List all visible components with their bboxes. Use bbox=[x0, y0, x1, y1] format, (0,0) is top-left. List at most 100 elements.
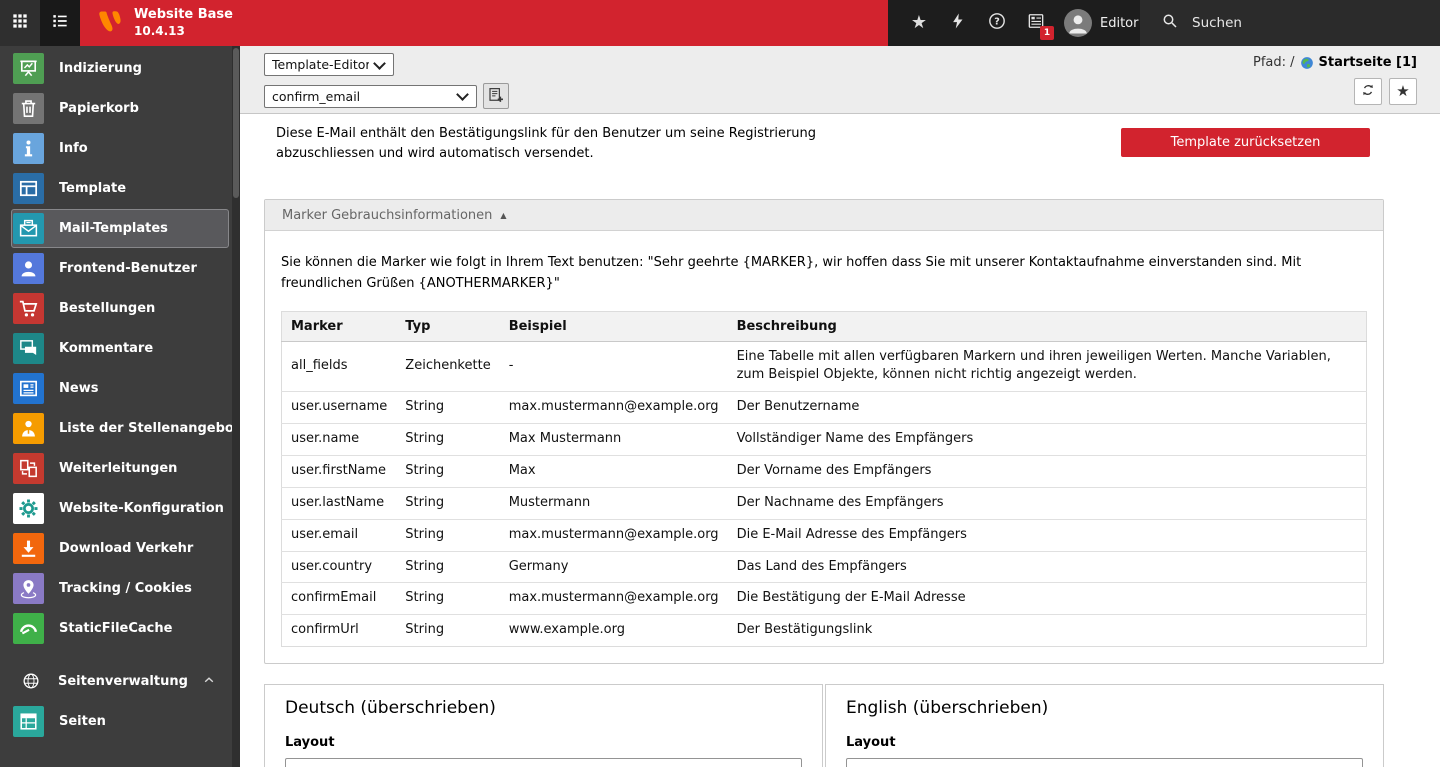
sidebar-item-template[interactable]: Template bbox=[11, 169, 229, 208]
cell-beschreibung: Die Bestätigung der E-Mail Adresse bbox=[727, 582, 1367, 615]
module-list: Indizierung Papierkorb Info Template Mail-Te… bbox=[0, 49, 249, 648]
sidebar-item-kommentare[interactable]: Kommentare bbox=[11, 329, 229, 368]
sidebar-item-frontend-benutzer[interactable]: Frontend-Benutzer bbox=[11, 249, 229, 288]
sidebar-item-website-konfiguration[interactable]: Website-Konfiguration bbox=[11, 489, 229, 528]
sidebar-item-label: StaticFileCache bbox=[59, 621, 173, 636]
sidebar-section-seitenverwaltung[interactable]: Seitenverwaltung bbox=[0, 661, 240, 701]
cell-typ: String bbox=[396, 582, 500, 615]
notification-badge: 1 bbox=[1040, 26, 1054, 40]
layout-select-deutsch[interactable]: Standard bbox=[285, 758, 802, 767]
site-version: 10.4.13 bbox=[134, 23, 185, 38]
cell-marker: user.name bbox=[281, 423, 397, 456]
app-root: Website Base 10.4.13 ★ ? 1 Editor Suchen… bbox=[0, 0, 1440, 767]
marker-info-panel-body: Sie können die Marker wie folgt in Ihrem… bbox=[265, 231, 1383, 663]
cell-beispiel: Max Mustermann bbox=[499, 423, 728, 456]
sidebar-item-weiterleitungen[interactable]: Weiterleitungen bbox=[11, 449, 229, 488]
language-panel-english: English (überschrieben) Layout Standard bbox=[825, 684, 1384, 767]
table-row: confirmUrl String www.example.org Der Bestä… bbox=[281, 614, 1367, 647]
sidebar-item-liste-der-stellenangebote[interactable]: Liste der Stellenangebote bbox=[11, 409, 249, 448]
help-button[interactable]: ? bbox=[986, 12, 1008, 34]
layout-select-english[interactable]: Standard bbox=[846, 758, 1363, 767]
cart-icon bbox=[13, 293, 44, 324]
pagetree-toggle-button[interactable] bbox=[40, 0, 80, 46]
cell-typ: String bbox=[396, 518, 500, 551]
sidebar-item-seiten[interactable]: Seiten bbox=[11, 702, 229, 741]
cell-beispiel: - bbox=[499, 340, 728, 392]
clear-cache-button[interactable] bbox=[947, 12, 969, 34]
topbar-search[interactable]: Suchen bbox=[1140, 0, 1440, 46]
sidebar-item-label: Info bbox=[59, 141, 88, 156]
cell-typ: String bbox=[396, 614, 500, 647]
sidebar-item-mail-templates[interactable]: Mail-Templates bbox=[11, 209, 229, 248]
trash-icon bbox=[13, 93, 44, 124]
cell-beispiel: Max bbox=[499, 454, 728, 488]
cell-marker: user.email bbox=[281, 518, 397, 551]
column-header-marker: Marker bbox=[281, 311, 397, 342]
cell-marker: confirmUrl bbox=[281, 614, 397, 647]
language-panel-title: Deutsch (überschrieben) bbox=[285, 698, 496, 719]
avatar bbox=[1064, 9, 1092, 37]
marker-usage-text: Sie können die Marker wie folgt in Ihrem… bbox=[281, 255, 1302, 291]
module-sidebar: Indizierung Papierkorb Info Template Mail-Te… bbox=[0, 46, 249, 767]
marker-info-panel-header[interactable]: Marker Gebrauchsinformationen ▲ bbox=[265, 200, 1383, 231]
app-brand[interactable]: Website Base 10.4.13 bbox=[80, 0, 888, 46]
cell-beispiel: Germany bbox=[499, 550, 728, 583]
help-icon: ? bbox=[987, 11, 1007, 35]
docheader: Template-Editor confirm_email Pfad: / St… bbox=[240, 46, 1440, 114]
sidebar-item-label: Seiten bbox=[59, 714, 106, 729]
sidebar-item-bestellungen[interactable]: Bestellungen bbox=[11, 289, 229, 328]
module-content: Diese E-Mail enthält den Bestätigungslin… bbox=[264, 114, 1384, 767]
gauge-icon bbox=[13, 613, 44, 644]
cell-beispiel: max.mustermann@example.org bbox=[499, 582, 728, 615]
module-function-select[interactable]: Template-Editor bbox=[264, 53, 394, 76]
sidebar-item-indizierung[interactable]: Indizierung bbox=[11, 49, 229, 88]
bookmark-button[interactable]: ★ bbox=[1389, 78, 1417, 105]
comments-icon bbox=[13, 333, 44, 364]
docheader-left: Template-Editor confirm_email bbox=[264, 53, 509, 109]
user-icon bbox=[13, 253, 44, 284]
cell-beschreibung: Das Land des Empfängers bbox=[727, 550, 1367, 583]
table-row: user.country String Germany Das Land des Em… bbox=[281, 550, 1367, 583]
svg-text:?: ? bbox=[994, 17, 1000, 28]
reload-button[interactable] bbox=[1354, 78, 1382, 105]
news-icon bbox=[13, 373, 44, 404]
sidebar-item-label: News bbox=[59, 381, 99, 396]
cell-beschreibung: Der Vorname des Empfängers bbox=[727, 454, 1367, 488]
sidebar-scrollbar-thumb[interactable] bbox=[233, 48, 239, 198]
sidebar-item-download-verkehr[interactable]: Download Verkehr bbox=[11, 529, 229, 568]
sidebar-item-papierkorb[interactable]: Papierkorb bbox=[11, 89, 229, 128]
sidebar-scrollbar[interactable] bbox=[232, 46, 240, 767]
star-icon: ★ bbox=[910, 12, 928, 33]
new-template-button[interactable] bbox=[483, 83, 509, 109]
bookmarks-button[interactable]: ★ bbox=[908, 12, 930, 34]
table-row: user.email String max.mustermann@example.o… bbox=[281, 518, 1367, 551]
bolt-icon bbox=[949, 12, 967, 34]
page-globe-icon bbox=[1300, 56, 1314, 70]
sidebar-item-info[interactable]: Info bbox=[11, 129, 229, 168]
cell-beispiel: www.example.org bbox=[499, 614, 728, 647]
sidebar-item-tracking-cookies[interactable]: Tracking / Cookies bbox=[11, 569, 229, 608]
topbar: Website Base 10.4.13 ★ ? 1 Editor Suchen bbox=[0, 0, 1440, 46]
template-description: Diese E-Mail enthält den Bestätigungslin… bbox=[276, 126, 817, 161]
column-header-typ: Typ bbox=[396, 311, 500, 342]
reset-template-button[interactable]: Template zurücksetzen bbox=[1121, 128, 1370, 157]
search-icon bbox=[1161, 12, 1179, 34]
section-module-list: Seiten bbox=[0, 702, 240, 741]
info-icon bbox=[13, 133, 44, 164]
refresh-icon bbox=[1360, 82, 1376, 101]
cell-beispiel: Mustermann bbox=[499, 486, 728, 520]
grid-icon bbox=[10, 11, 30, 35]
cell-typ: String bbox=[396, 391, 500, 424]
language-panel-deutsch: Deutsch (überschrieben) Layout Standard bbox=[264, 684, 823, 767]
table-row: confirmEmail String max.mustermann@example… bbox=[281, 582, 1367, 615]
modules-grid-button[interactable] bbox=[0, 0, 40, 46]
sidebar-item-label: Indizierung bbox=[59, 61, 142, 76]
cell-typ: String bbox=[396, 486, 500, 520]
template-select[interactable]: confirm_email bbox=[264, 84, 477, 108]
sidebar-item-label: Papierkorb bbox=[59, 101, 139, 116]
user-menu[interactable]: Editor bbox=[1064, 9, 1138, 37]
system-information-button[interactable]: 1 bbox=[1025, 12, 1054, 40]
column-header-beispiel: Beispiel bbox=[499, 311, 728, 342]
sidebar-item-staticfilecache[interactable]: StaticFileCache bbox=[11, 609, 229, 648]
sidebar-item-news[interactable]: News bbox=[11, 369, 229, 408]
